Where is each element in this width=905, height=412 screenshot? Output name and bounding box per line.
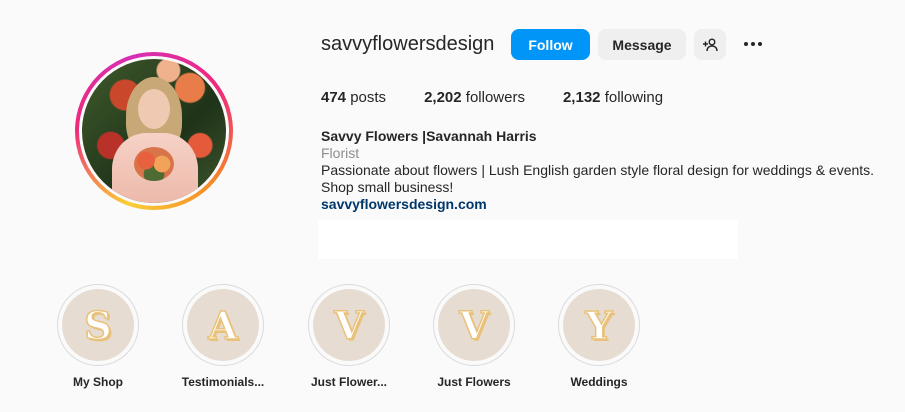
suggested-users-button[interactable] [694, 29, 726, 60]
highlight-cover: V [438, 289, 510, 361]
blank-panel [318, 220, 738, 259]
story-highlight[interactable]: V Just Flowers [419, 284, 529, 389]
bio-description-line2: Shop small business! [321, 179, 454, 195]
followers-count: 2,202 [424, 89, 462, 106]
more-options-icon[interactable] [740, 34, 766, 54]
story-highlight[interactable]: V Just Flower... [294, 284, 404, 389]
following-label: following [604, 89, 664, 106]
highlight-letter: Y [585, 302, 614, 349]
story-highlight[interactable]: A Testimonials... [168, 284, 278, 389]
followers-label: followers [465, 89, 525, 106]
highlight-letter: V [458, 302, 489, 349]
add-user-icon [703, 38, 718, 51]
posts-stat: 474 posts [321, 89, 386, 106]
following-stat[interactable]: 2,132 following [563, 89, 663, 106]
profile-avatar[interactable] [82, 59, 226, 203]
profile-username: savvyflowersdesign [321, 33, 495, 55]
profile-category: Florist [321, 145, 360, 161]
highlight-ring: V [433, 284, 515, 366]
highlight-label: Just Flowers [437, 375, 511, 389]
followers-stat[interactable]: 2,202 followers [424, 89, 525, 106]
more-dot [751, 42, 755, 46]
more-dot [744, 42, 748, 46]
profile-bio: Savvy Flowers |Savannah Harris Florist P… [321, 128, 881, 213]
highlight-label: My Shop [73, 375, 123, 389]
highlight-cover: S [62, 289, 134, 361]
highlight-label: Testimonials... [181, 375, 265, 389]
highlight-ring: Y [558, 284, 640, 366]
posts-count: 474 [321, 89, 347, 106]
highlight-label: Just Flower... [310, 375, 388, 389]
story-highlight[interactable]: S My Shop [43, 284, 153, 389]
profile-full-name: Savvy Flowers |Savannah Harris [321, 128, 537, 144]
highlight-cover: A [187, 289, 259, 361]
highlight-ring: V [308, 284, 390, 366]
highlight-cover: Y [563, 289, 635, 361]
story-highlight[interactable]: Y Weddings [544, 284, 654, 389]
avatar-bouquet [134, 147, 174, 181]
highlight-label: Weddings [570, 375, 628, 389]
avatar-gap [79, 56, 229, 206]
highlight-ring: A [182, 284, 264, 366]
highlight-cover: V [313, 289, 385, 361]
profile-stats: 474 posts 2,202 followers 2,132 followin… [321, 89, 701, 106]
avatar-face [138, 89, 170, 129]
highlight-ring: S [57, 284, 139, 366]
more-dot [758, 42, 762, 46]
posts-label: posts [350, 89, 387, 106]
profile-avatar-ring[interactable] [75, 52, 233, 210]
profile-website-link[interactable]: savvyflowersdesign.com [321, 196, 487, 212]
bio-description-line1: Passionate about flowers | Lush English … [321, 162, 875, 178]
highlight-letter: V [333, 302, 364, 349]
following-count: 2,132 [562, 89, 601, 106]
highlight-letter: S [84, 302, 113, 349]
highlight-letter: A [207, 302, 238, 349]
follow-button[interactable]: Follow [511, 29, 590, 60]
message-button[interactable]: Message [598, 29, 686, 60]
